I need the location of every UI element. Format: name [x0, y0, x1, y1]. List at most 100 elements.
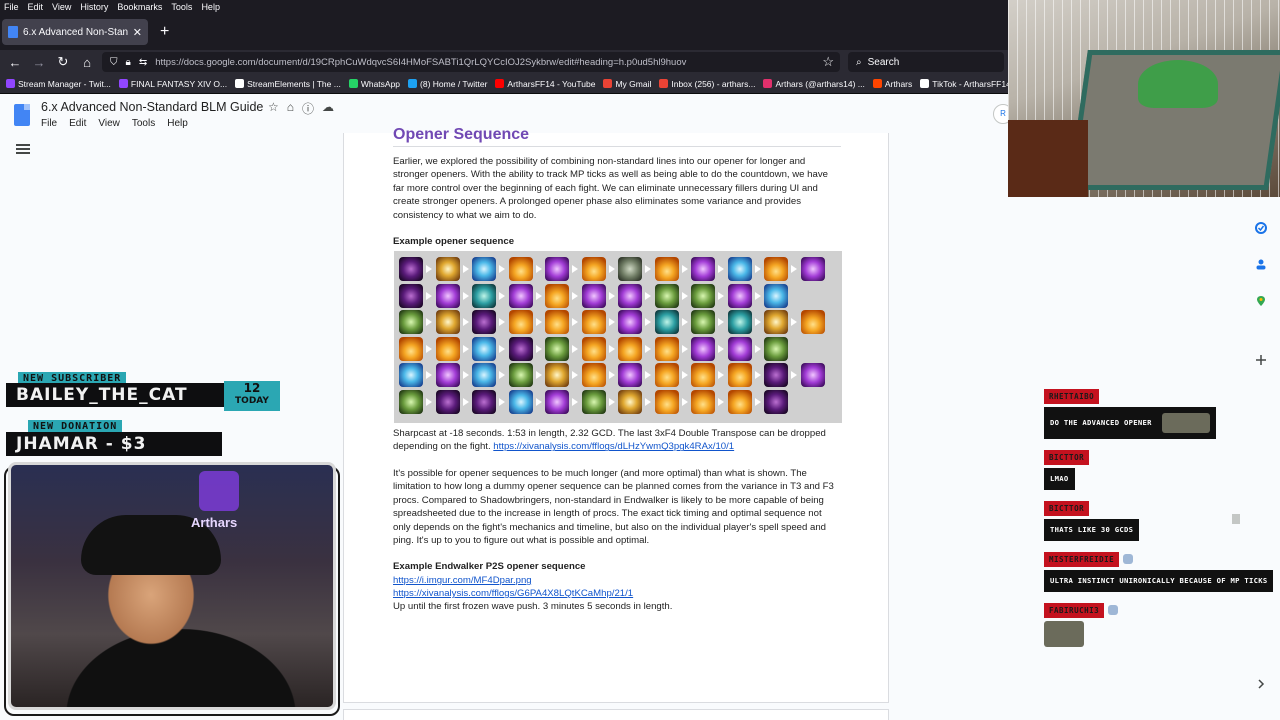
fire-skill-icon: [727, 363, 752, 388]
bookmark-item[interactable]: Arthars: [872, 79, 912, 89]
purple-skill-icon: [435, 363, 460, 388]
dark-skill-icon: [764, 363, 788, 388]
docs-menu-tools[interactable]: Tools: [132, 118, 155, 129]
p2s-log-link-row: https://xivanalysis.com/fflogs/G6PA4X8LQ…: [393, 587, 841, 600]
bookmark-item[interactable]: StreamElements | The ...: [235, 79, 341, 89]
bookmark-item[interactable]: ArtharsFF14 - YouTube: [495, 79, 595, 89]
p2s-heading: Example Endwalker P2S opener sequence: [393, 561, 586, 572]
reload-icon[interactable]: ↻: [51, 54, 75, 70]
bookmark-star-icon[interactable]: ☆: [822, 54, 840, 70]
document-outline-icon[interactable]: [16, 144, 30, 154]
fire-skill-icon: [508, 257, 533, 282]
tab-title: 6.x Advanced Non-Standard BLM: [23, 26, 128, 38]
chat-message-text: DO THE ADVANCED OPENER: [1050, 418, 1152, 427]
docs-menu-help[interactable]: Help: [167, 118, 188, 129]
menu-help[interactable]: Help: [201, 2, 220, 12]
app-menubar: File Edit View History Bookmarks Tools H…: [0, 0, 1008, 14]
star-icon[interactable]: ☆: [268, 100, 279, 117]
expand-panel-chevron-icon[interactable]: [1255, 678, 1267, 690]
bookmark-item[interactable]: My Gmail: [603, 79, 651, 89]
google-docs-logo-icon[interactable]: [14, 104, 30, 126]
tab-close-icon[interactable]: ✕: [133, 26, 142, 39]
bookmark-item[interactable]: WhatsApp: [348, 79, 400, 89]
docs-menu-view[interactable]: View: [98, 118, 120, 129]
subscriber-alert-name: BAILEY_THE_CAT: [6, 383, 226, 407]
fire-skill-icon: [654, 257, 679, 282]
twitch-logo-icon: [199, 471, 239, 511]
permissions-icon[interactable]: ⇆: [139, 57, 147, 68]
green-skill-icon: [399, 310, 423, 335]
dark-skill-icon: [399, 283, 423, 308]
maps-pin-icon[interactable]: [1255, 295, 1267, 307]
sequence-arrow-icon: [496, 310, 509, 334]
new-tab-plus-icon[interactable]: +: [160, 23, 169, 41]
add-addon-plus-icon[interactable]: [1255, 354, 1267, 366]
url-bar[interactable]: ⛉ 🔒︎ ⇆ https://docs.google.com/document/…: [102, 52, 840, 72]
tab-active[interactable]: 6.x Advanced Non-Standard BLM ✕: [2, 19, 148, 45]
menu-edit[interactable]: Edit: [28, 2, 44, 12]
info-icon[interactable]: ⓘ: [302, 100, 314, 117]
dark-skill-icon: [472, 389, 496, 414]
bookmark-item[interactable]: TikTok - ArtharsFF14: [920, 79, 1008, 89]
document-title[interactable]: 6.x Advanced Non-Standard BLM Guide: [41, 100, 263, 114]
bookmark-label: StreamElements | The ...: [247, 78, 341, 89]
bookmark-item[interactable]: Arthars (@arthars14) ...: [763, 79, 865, 89]
bookmark-item[interactable]: FINAL FANTASY XIV O...: [118, 79, 227, 89]
ice-skill-icon: [399, 363, 423, 388]
bookmark-favicon-icon: [763, 79, 773, 88]
url-text[interactable]: https://docs.google.com/document/d/19CRp…: [155, 57, 814, 68]
paragraph-limitations: It's possible for opener sequences to be…: [393, 468, 834, 547]
bookmark-item[interactable]: Stream Manager - Twit...: [6, 79, 111, 89]
swirl-skill-icon: [618, 389, 642, 414]
calendar-tasks-icon[interactable]: [1255, 222, 1267, 234]
chat-badge-icon: [1123, 553, 1134, 564]
bookmark-favicon-icon: [872, 79, 882, 88]
sequence-arrow-icon: [715, 257, 728, 281]
p2s-image-link[interactable]: https://i.imgur.com/MF4Dpar.png: [393, 575, 532, 586]
chat-message: BICTTOR LMAO: [1044, 449, 1276, 500]
sequence-arrow-icon: [569, 390, 582, 414]
sequence-arrow-icon: [715, 363, 728, 387]
bookmark-item[interactable]: (8) Home / Twitter: [408, 79, 487, 89]
sequence-arrow-icon: [642, 363, 655, 387]
search-bar[interactable]: ⌕ Search: [848, 52, 1004, 72]
docs-menu-edit[interactable]: Edit: [69, 118, 86, 129]
menu-tools[interactable]: Tools: [171, 2, 192, 12]
fire-skill-icon: [581, 310, 606, 335]
caption-link[interactable]: https://xivanalysis.com/fflogs/dLHzYwmQ3…: [493, 441, 734, 452]
menu-history[interactable]: History: [80, 2, 108, 12]
teal-skill-icon: [472, 283, 496, 308]
sequence-arrow-icon: [460, 310, 473, 334]
teal-skill-icon: [654, 310, 679, 335]
sequence-arrow-icon: [642, 257, 655, 281]
move-folder-icon[interactable]: ⌂: [287, 100, 294, 117]
docs-menu-file[interactable]: File: [41, 118, 57, 129]
menu-bookmarks[interactable]: Bookmarks: [117, 2, 162, 12]
p2s-image-link-row: https://i.imgur.com/MF4Dpar.png: [393, 574, 841, 587]
menu-view[interactable]: View: [52, 2, 71, 12]
chat-emote-icon: [1161, 413, 1210, 433]
forward-arrow-icon[interactable]: →: [27, 55, 51, 70]
sequence-arrow-icon: [533, 337, 546, 361]
subscriber-count-label: TODAY: [235, 396, 269, 406]
sequence-arrow-icon: [496, 337, 509, 361]
ice-skill-icon: [472, 363, 496, 388]
menu-file[interactable]: File: [4, 2, 19, 12]
back-arrow-icon[interactable]: ←: [3, 55, 27, 70]
contacts-icon[interactable]: [1255, 258, 1267, 270]
bookmark-label: Inbox (256) - arthars...: [671, 78, 756, 89]
stream-chat-overlay: RHETTAIBO DO THE ADVANCED OPENER BICTTOR LM…: [1044, 388, 1276, 647]
p2s-log-link[interactable]: https://xivanalysis.com/fflogs/G6PA4X8LQ…: [393, 588, 633, 599]
bookmark-favicon-icon: [920, 79, 930, 88]
home-icon[interactable]: ⌂: [75, 55, 99, 70]
shield-icon[interactable]: ⛉: [110, 57, 118, 68]
chat-username: BICTTOR: [1044, 501, 1090, 516]
opener-skill-grid: [394, 251, 842, 423]
paragraph-intro: Earlier, we explored the possibility of …: [393, 156, 828, 221]
dark-skill-icon: [472, 310, 496, 335]
example-opener-heading: Example opener sequence: [393, 236, 515, 247]
lock-icon[interactable]: 🔒︎: [126, 57, 131, 68]
bookmark-item[interactable]: Inbox (256) - arthars...: [659, 79, 755, 89]
green-skill-icon: [581, 389, 606, 414]
cloud-status-icon[interactable]: ☁: [322, 100, 334, 117]
